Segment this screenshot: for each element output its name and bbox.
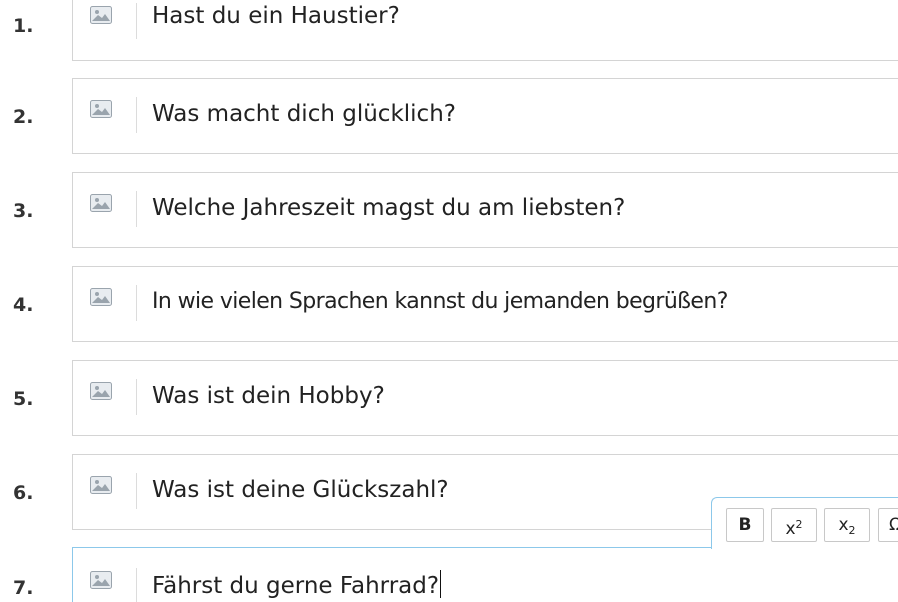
question-text: In wie vielen Sprachen kannst du jemande… <box>152 289 728 314</box>
question-number: 5. <box>13 388 34 410</box>
question-text: Welche Jahreszeit magst du am liebsten? <box>152 195 626 221</box>
question-number: 1. <box>13 15 34 37</box>
image-icon <box>90 100 112 118</box>
formatting-toolbar: B x2 x2 Ω <box>711 497 898 549</box>
insert-image-button[interactable] <box>86 97 137 133</box>
question-row: 3. Welche Jahreszeit magst du am liebste… <box>0 172 898 248</box>
insert-image-button[interactable] <box>86 379 137 415</box>
question-row: 4. In wie vielen Sprachen kannst du jema… <box>0 266 898 342</box>
question-row: 1. Hast du ein Haustier? <box>0 0 898 61</box>
insert-image-button[interactable] <box>86 285 137 321</box>
question-text: Fährst du gerne Fahrrad? <box>152 573 440 599</box>
image-icon <box>90 6 112 24</box>
question-text: Hast du ein Haustier? <box>152 3 400 29</box>
question-number: 7. <box>13 577 34 599</box>
question-input-active[interactable]: Fährst du gerne Fahrrad? <box>72 547 898 602</box>
question-input[interactable]: Welche Jahreszeit magst du am liebsten? <box>72 172 898 248</box>
question-row: 2. Was macht dich glücklich? <box>0 78 898 154</box>
image-icon <box>90 194 112 212</box>
question-number: 3. <box>13 200 34 222</box>
special-character-button[interactable]: Ω <box>878 508 898 542</box>
question-list: 1. Hast du ein Haustier? 2. Was macht di… <box>0 0 898 602</box>
text-caret <box>440 570 442 598</box>
superscript-base: x <box>785 519 796 539</box>
question-input[interactable]: Was macht dich glücklich? <box>72 78 898 154</box>
question-text: Was ist dein Hobby? <box>152 383 385 409</box>
superscript-mark: 2 <box>795 518 803 531</box>
insert-image-button[interactable] <box>86 568 137 602</box>
question-text: Was ist deine Glückszahl? <box>152 477 449 503</box>
subscript-button[interactable]: x2 <box>824 508 870 542</box>
question-row: 7. Fährst du gerne Fahrrad? <box>0 547 898 602</box>
question-input[interactable]: Hast du ein Haustier? <box>72 0 898 61</box>
question-text-wrap: Fährst du gerne Fahrrad? <box>152 570 442 599</box>
question-input[interactable]: Was ist dein Hobby? <box>72 360 898 436</box>
question-input[interactable]: In wie vielen Sprachen kannst du jemande… <box>72 266 898 342</box>
question-number: 2. <box>13 106 34 128</box>
question-row: 5. Was ist dein Hobby? <box>0 360 898 436</box>
image-icon <box>90 476 112 494</box>
superscript-button[interactable]: x2 <box>771 508 817 542</box>
image-icon <box>90 382 112 400</box>
question-number: 4. <box>13 294 34 316</box>
question-number: 6. <box>13 482 34 504</box>
insert-image-button[interactable] <box>86 473 137 509</box>
question-text: Was macht dich glücklich? <box>152 101 456 127</box>
subscript-mark: 2 <box>848 524 856 537</box>
subscript-base: x <box>838 515 849 535</box>
image-icon <box>90 288 112 306</box>
insert-image-button[interactable] <box>86 191 137 227</box>
image-icon <box>90 571 112 589</box>
insert-image-button[interactable] <box>86 3 137 39</box>
bold-button[interactable]: B <box>726 508 764 542</box>
